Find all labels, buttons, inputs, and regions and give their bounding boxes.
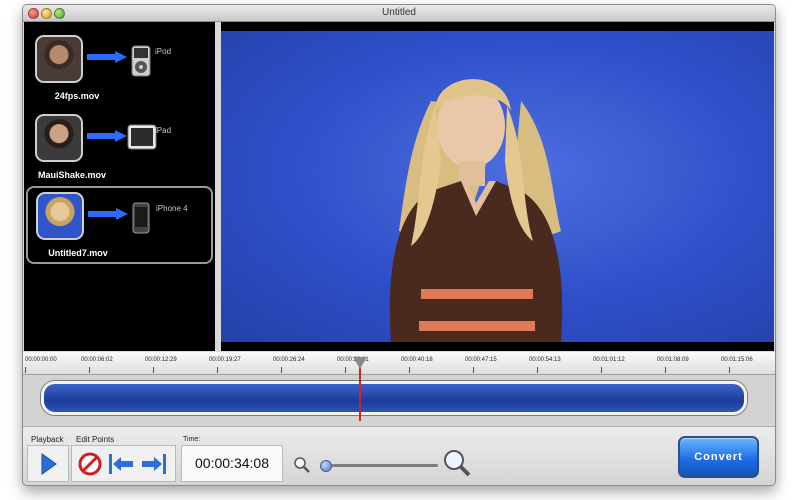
file-list: iPod 24fps.mov iPad MauiShake.mov iPhone… xyxy=(24,22,215,351)
playback-panel xyxy=(27,445,69,482)
tick-mark xyxy=(281,367,282,373)
playhead-line[interactable] xyxy=(359,363,361,421)
tick-mark xyxy=(217,367,218,373)
time-label: Time: xyxy=(183,436,201,443)
tick-mark xyxy=(89,367,90,373)
tick-mark xyxy=(345,367,346,373)
playback-label: Playback xyxy=(31,435,64,444)
file-name: Untitled7.mov xyxy=(48,248,108,258)
timeline-ruler[interactable]: 00:00:00:00 00:00:06:02 00:00:12:29 00:0… xyxy=(23,352,775,375)
video-thumbnail xyxy=(36,192,84,240)
timeline-clip-track[interactable] xyxy=(41,381,747,415)
tick-mark xyxy=(153,367,154,373)
ipod-icon xyxy=(131,45,151,77)
timecode-tick: 00:00:26:24 xyxy=(273,357,305,363)
timecode-tick: 00:00:06:02 xyxy=(81,357,113,363)
video-frame xyxy=(221,31,774,342)
zoom-in-icon[interactable] xyxy=(442,448,472,478)
arrow-right-icon xyxy=(87,130,127,142)
control-bar: Playback Edit Points Time: 00:00:34:08 C… xyxy=(23,426,775,485)
edit-points-panel xyxy=(71,445,176,482)
app-window: Untitled iPod 24fps.mov iPad MauiShake.m… xyxy=(22,4,776,486)
time-display: 00:00:34:08 xyxy=(181,445,283,482)
video-thumbnail xyxy=(35,114,83,162)
device-label: iPad xyxy=(155,126,172,135)
timecode-tick: 00:01:08:09 xyxy=(657,357,689,363)
timecode-tick: 00:00:00:00 xyxy=(25,357,57,363)
play-icon[interactable] xyxy=(40,452,58,476)
set-out-point-icon[interactable] xyxy=(140,452,168,476)
title-bar[interactable]: Untitled xyxy=(23,5,775,22)
timecode-tick: 00:01:01:12 xyxy=(593,357,625,363)
iphone-icon xyxy=(132,202,150,234)
timecode-tick: 00:00:19:27 xyxy=(209,357,241,363)
set-in-point-icon[interactable] xyxy=(107,452,135,476)
zoom-slider-track[interactable] xyxy=(321,464,438,467)
tick-mark xyxy=(25,367,26,373)
video-thumbnail xyxy=(35,35,83,83)
timecode-tick: 00:00:40:18 xyxy=(401,357,433,363)
device-label: iPhone 4 xyxy=(156,204,188,213)
playhead-handle[interactable] xyxy=(353,357,367,369)
tick-mark xyxy=(473,367,474,373)
window-title: Untitled xyxy=(382,7,416,18)
timecode-tick: 00:01:15:06 xyxy=(721,357,753,363)
file-item-untitled7[interactable]: iPhone 4 Untitled7.mov xyxy=(26,186,213,264)
file-name: MauiShake.mov xyxy=(37,170,107,180)
tick-mark xyxy=(409,367,410,373)
timeline-track-area xyxy=(23,375,775,425)
zoom-slider-knob[interactable] xyxy=(320,460,332,472)
file-name: 24fps.mov xyxy=(54,91,100,101)
file-item-mauishake[interactable]: iPad MauiShake.mov xyxy=(27,110,212,184)
edit-points-label: Edit Points xyxy=(76,435,115,444)
convert-button[interactable]: Convert xyxy=(678,436,759,478)
file-item-24fps[interactable]: iPod 24fps.mov xyxy=(27,31,212,105)
device-label: iPod xyxy=(155,47,172,56)
timecode-tick: 00:00:47:15 xyxy=(465,357,497,363)
zoom-out-icon[interactable] xyxy=(293,456,311,474)
tick-mark xyxy=(601,367,602,373)
video-preview xyxy=(221,22,774,351)
ipad-icon xyxy=(127,124,157,150)
arrow-right-icon xyxy=(87,51,127,63)
tick-mark xyxy=(729,367,730,373)
clear-points-icon[interactable] xyxy=(78,452,102,476)
timecode-tick: 00:00:54:13 xyxy=(529,357,561,363)
tick-mark xyxy=(665,367,666,373)
tick-mark xyxy=(537,367,538,373)
presenter-figure xyxy=(389,79,563,342)
arrow-right-icon xyxy=(88,208,128,220)
timecode-tick: 00:00:12:29 xyxy=(145,357,177,363)
